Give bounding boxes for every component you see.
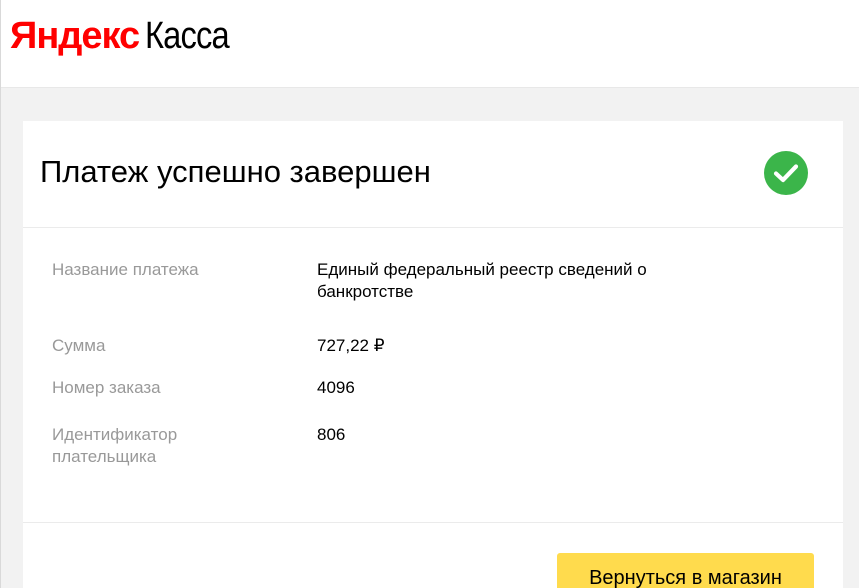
payment-card: Платеж успешно завершен Название платежа… [23, 121, 843, 588]
card-header: Платеж успешно завершен [23, 121, 843, 228]
yandex-kassa-logo[interactable]: Яндекс Касса [10, 14, 243, 58]
logo-brand: Яндекс [10, 15, 140, 57]
detail-label: Идентификатор плательщика [52, 425, 178, 466]
detail-value: 4096 [317, 378, 355, 397]
detail-value: Единый федеральный реестр сведений о бан… [317, 260, 647, 301]
footer-divider [23, 522, 843, 523]
detail-label: Сумма [52, 336, 106, 355]
page-title: Платеж успешно завершен [40, 154, 431, 189]
detail-value: 806 [317, 425, 346, 444]
return-to-shop-button[interactable]: Вернуться в магазин [557, 553, 814, 588]
logo-product: Касса [145, 15, 230, 57]
check-circle-icon [764, 151, 808, 195]
header: Яндекс Касса [1, 0, 859, 88]
detail-label: Название платежа [52, 260, 199, 279]
detail-value: 727,22 ₽ [317, 336, 385, 355]
payment-result-page: Яндекс Касса Платеж успешно завершен Назв… [0, 0, 859, 588]
detail-label: Номер заказа [52, 378, 161, 397]
